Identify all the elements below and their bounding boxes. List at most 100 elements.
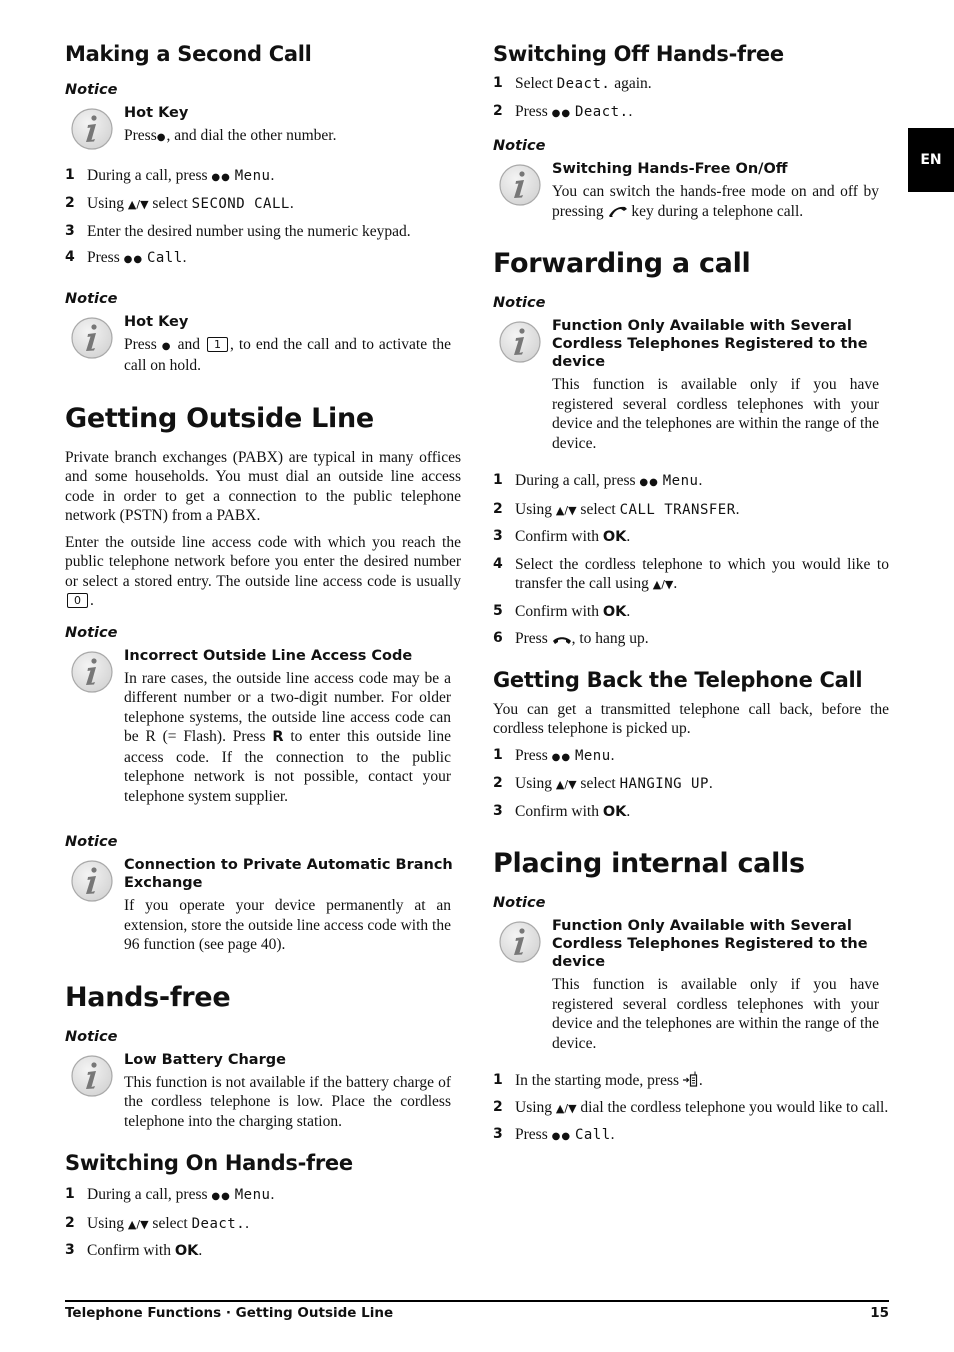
dot-key-icon: ●	[156, 132, 167, 143]
notice-hot-key: Hot Key Press●, and dial the other numbe…	[65, 104, 461, 148]
info-icon	[499, 164, 541, 206]
footer-section: Telephone Functions · Getting Outside Li…	[65, 1305, 394, 1321]
softkey-icon: ●●	[551, 1131, 572, 1142]
up-down-arrow-icon: ▲/▼	[555, 503, 577, 517]
notice-body: Press●, and dial the other number.	[124, 127, 337, 144]
heading-switching-off: Switching Off Hands-free	[493, 42, 784, 66]
switching-on-steps: 1 During a call, press ●● Menu. 2 Using ▲/…	[65, 1185, 461, 1262]
step: 2 Using ▲/▼ select CALL TRANSFER.	[493, 500, 740, 518]
notice-label: Notice	[493, 895, 546, 911]
second-call-steps: 1 During a call, press ●● Menu. 2 Using ▲/…	[65, 166, 461, 270]
handset-hangup-icon	[552, 637, 571, 644]
notice-title: Connection to Private Automatic Branch E…	[124, 857, 453, 891]
notice-label: Notice	[65, 624, 118, 641]
notice-title: Hot Key	[124, 313, 189, 330]
notice-label: Notice	[493, 295, 546, 311]
up-down-arrow-icon: ▲/▼	[127, 198, 149, 211]
step: 2 Press ●● Deact..	[493, 102, 633, 120]
step: 4 Select the cordless telephone to which …	[493, 555, 889, 593]
paragraph: Private branch exchanges (PABX) are typi…	[65, 448, 461, 525]
notice-body: This function is available only if you h…	[552, 976, 879, 1052]
switching-off-steps: 1 Select Deact. again. 2 Press ●● Deact..	[493, 74, 889, 123]
heading-hands-free: Hands-free	[65, 981, 231, 1013]
notice-label: Notice	[65, 834, 118, 850]
key-1-icon: 1	[206, 336, 228, 352]
notice-label: Notice	[65, 290, 118, 307]
up-down-arrow-icon: ▲/▼	[652, 578, 674, 591]
notice-label: Notice	[493, 138, 546, 154]
notice-label: Notice	[65, 82, 118, 98]
step: 3 Press ●● Call.	[493, 1126, 615, 1143]
step: 1 Press ●● Menu.	[493, 746, 615, 764]
handset-pickup-icon	[608, 206, 627, 217]
notice-body: This function is available only if you h…	[552, 376, 879, 452]
info-icon	[71, 317, 113, 359]
step: 1 During a call, press ●● Menu.	[65, 166, 275, 184]
up-down-arrow-icon: ▲/▼	[555, 1101, 577, 1115]
getting-back-steps: 1 Press ●● Menu. 2 Using ▲/▼ select HANGIN…	[493, 746, 889, 823]
right-column: Switching Off Hands-free 1 Select Deact. …	[493, 40, 889, 1154]
step: 5 Confirm with OK.	[493, 602, 631, 620]
footer-divider	[65, 1300, 889, 1302]
notice-body: You can switch the hands-free mode on an…	[552, 183, 879, 220]
step: 6 Press , to hang up.	[493, 630, 649, 647]
notice-title: Low Battery Charge	[124, 1051, 286, 1068]
step: 1 Select Deact. again.	[493, 75, 652, 92]
step: 3 Confirm with OK.	[493, 528, 631, 545]
step: 4 Press ●● Call.	[65, 249, 187, 266]
notice-title: Switching Hands-Free On/Off	[552, 161, 788, 177]
notice-hands-free-toggle: Switching Hands-Free On/Off You can swit…	[493, 160, 889, 221]
info-icon	[71, 651, 113, 693]
notice-hot-key-2: Hot Key Press ● and 1, to end the call a…	[65, 313, 461, 376]
softkey-icon: ●●	[551, 107, 572, 119]
softkey-icon: ●●	[123, 254, 144, 265]
notice-several-cordless-2: Function Only Available with Several Cor…	[493, 917, 889, 1053]
step: 2 Using ▲/▼ dial the cordless telephone y…	[493, 1098, 889, 1116]
up-down-arrow-icon: ▲/▼	[127, 1217, 149, 1231]
notice-title: Incorrect Outside Line Access Code	[124, 647, 413, 664]
notice-incorrect-code: Incorrect Outside Line Access Code In ra…	[65, 647, 461, 807]
info-icon	[71, 860, 113, 902]
heading-getting-back: Getting Back the Telephone Call	[493, 667, 863, 692]
step: 3 Enter the desired number using the nume…	[65, 222, 411, 240]
info-icon	[71, 108, 113, 150]
step: 1 In the starting mode, press .	[493, 1071, 703, 1089]
language-tab[interactable]: EN	[908, 128, 954, 192]
softkey-icon: ●●	[551, 751, 572, 763]
info-icon	[499, 921, 541, 963]
heading-switching-on: Switching On Hands-free	[65, 1151, 353, 1175]
heading-making-second-call: Making a Second Call	[65, 42, 312, 66]
notice-title: Function Only Available with Several Cor…	[552, 318, 868, 370]
key-0-icon: 0	[67, 593, 88, 608]
step: 1 During a call, press ●● Menu.	[65, 1186, 275, 1203]
info-icon	[499, 321, 541, 363]
heading-forwarding: Forwarding a call	[493, 248, 751, 279]
step: 1 During a call, press ●● Menu.	[493, 472, 703, 489]
paragraph: You can get a transmitted telephone call…	[493, 700, 889, 738]
step: 2 Using ▲/▼ select Deact..	[65, 1214, 250, 1232]
info-icon	[71, 1055, 113, 1097]
step: 3 Confirm with OK.	[65, 1242, 203, 1259]
softkey-icon: ●●	[211, 171, 231, 183]
dot-key-icon: ●	[161, 340, 173, 352]
step: 3 Confirm with OK.	[493, 802, 631, 820]
notice-title: Function Only Available with Several Cor…	[552, 918, 868, 970]
notice-body: In rare cases, the outside line access c…	[124, 669, 452, 805]
notice-body: If you operate your device permanently a…	[124, 897, 451, 953]
notice-body: Press ● and 1, to end the call and to ac…	[124, 335, 452, 375]
softkey-icon: ●●	[639, 477, 659, 488]
heading-internal-calls: Placing internal calls	[493, 848, 805, 879]
up-down-arrow-icon: ▲/▼	[555, 778, 577, 791]
heading-getting-outside-line: Getting Outside Line	[65, 402, 374, 434]
softkey-icon: ●●	[211, 1191, 231, 1202]
paragraph: Enter the outside line access code with …	[65, 533, 461, 610]
notice-label: Notice	[65, 1028, 118, 1045]
forwarding-steps: 1 During a call, press ●● Menu. 2 Using ▲/…	[493, 471, 889, 649]
notice-several-cordless: Function Only Available with Several Cor…	[493, 317, 889, 453]
notice-low-battery: Low Battery Charge This function is not …	[65, 1051, 461, 1132]
step: 2 Using ▲/▼ select HANGING UP.	[493, 775, 713, 792]
left-column: Making a Second Call Notice Hot Key Pres…	[65, 40, 461, 1269]
notice-title: Hot Key	[124, 105, 189, 121]
page-number: 15	[870, 1305, 889, 1321]
notice-body: This function is not available if the ba…	[124, 1073, 451, 1130]
